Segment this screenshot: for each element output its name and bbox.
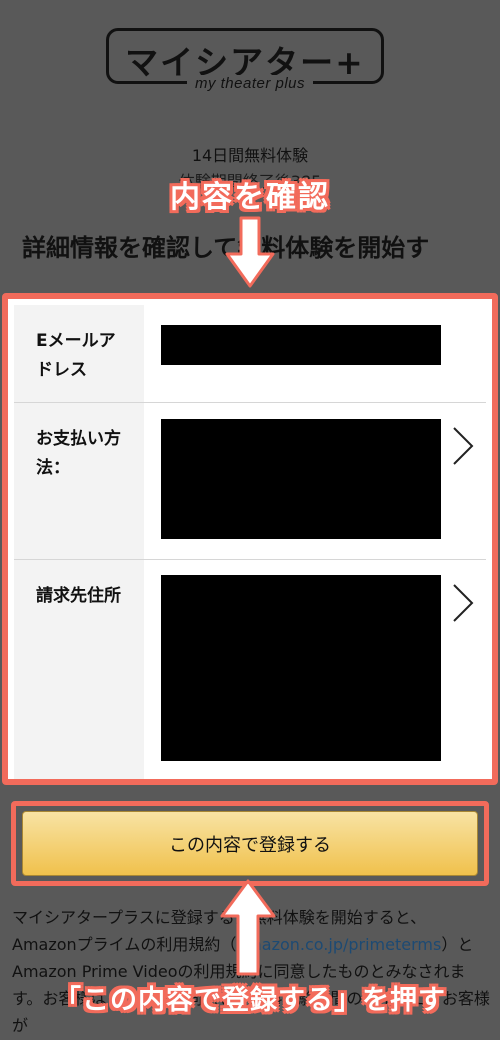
register-button-highlight: この内容で登録する (11, 801, 489, 886)
chevron-right-icon[interactable] (450, 582, 476, 624)
payment-row[interactable]: お支払い方法： (14, 403, 486, 560)
logo-subtitle: my theater plus (186, 75, 314, 92)
arrow-down-icon (225, 216, 275, 288)
payment-value-redacted (161, 419, 441, 539)
annotation-press-register: 「この内容で登録する」を押す (54, 985, 446, 1016)
arrow-up-icon (220, 879, 276, 976)
email-row: Eメールアドレス (14, 305, 486, 403)
chevron-right-icon[interactable] (450, 425, 476, 467)
billing-row[interactable]: 請求先住所 (14, 560, 486, 779)
trial-title: 14日間無料体験 (191, 146, 309, 165)
billing-value-redacted (161, 575, 441, 761)
details-table: Eメールアドレス お支払い方法： 請求先住所 (2, 293, 498, 785)
register-button[interactable]: この内容で登録する (22, 811, 478, 876)
billing-label: 請求先住所 (36, 586, 121, 606)
email-label: Eメールアドレス (36, 331, 116, 380)
payment-label: お支払い方法： (36, 429, 121, 478)
annotation-confirm-content: 内容を確認 (170, 180, 330, 215)
email-value-redacted (161, 325, 441, 365)
